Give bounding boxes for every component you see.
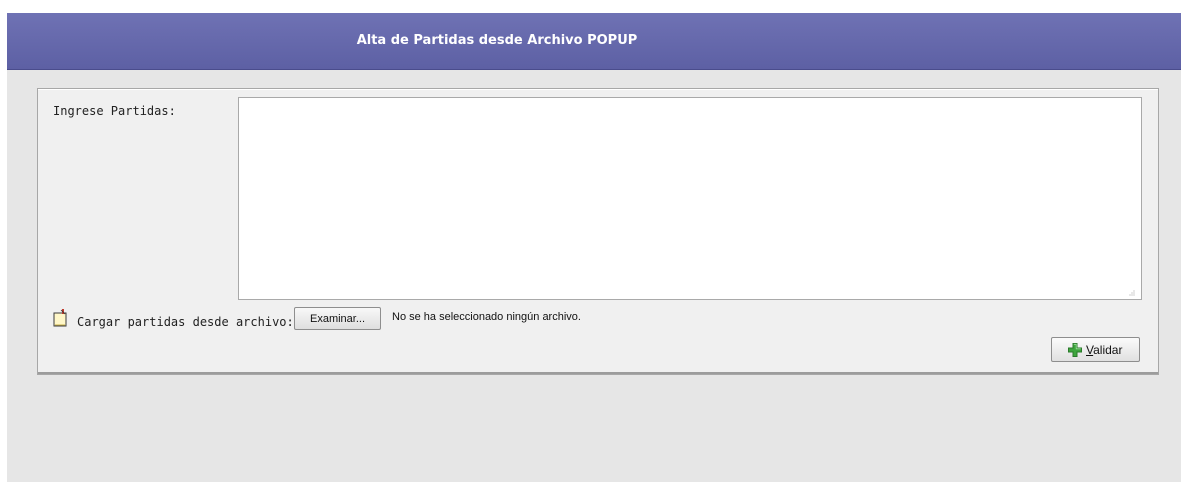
upload-label: Cargar partidas desde archivo: (77, 315, 294, 329)
browse-button[interactable]: Examinar... (294, 307, 381, 330)
new-document-icon (53, 309, 67, 327)
resize-grip-icon[interactable] (1127, 288, 1135, 296)
partidas-textarea[interactable] (238, 97, 1142, 300)
form-panel: Ingrese Partidas: Cargar partidas desde … (37, 88, 1159, 375)
panel-divider (38, 372, 1158, 374)
green-plus-icon (1068, 343, 1082, 357)
popup-title: Alta de Partidas desde Archivo POPUP (356, 33, 638, 48)
file-status-text: No se ha seleccionado ningún archivo. (392, 311, 581, 323)
validate-button[interactable]: Validar (1051, 337, 1140, 362)
popup-titlebar: Alta de Partidas desde Archivo POPUP (7, 13, 1181, 70)
partidas-label: Ingrese Partidas: (53, 104, 176, 118)
upload-row: Cargar partidas desde archivo: Examinar.… (53, 307, 953, 331)
popup-window: Alta de Partidas desde Archivo POPUP Ing… (7, 13, 1181, 482)
validate-button-label: Validar (1086, 343, 1123, 357)
